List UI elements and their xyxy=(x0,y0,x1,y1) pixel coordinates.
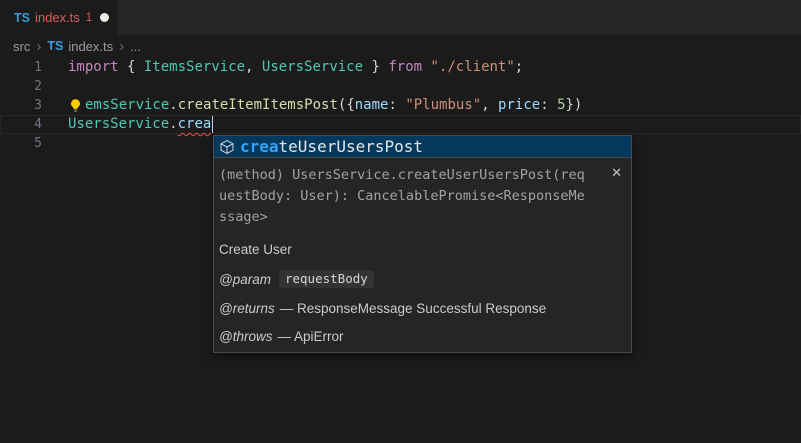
docs-summary: Create User xyxy=(219,242,607,257)
breadcrumb: src › TS index.ts › ... xyxy=(0,35,801,57)
code-token: createItemItemsPost xyxy=(178,96,338,115)
code-token: }) xyxy=(566,96,583,115)
docs-tag-param: @param requestBody xyxy=(219,270,607,288)
docs-tag-returns: @returns — ResponseMessage Successful Res… xyxy=(219,301,607,316)
close-icon[interactable]: ✕ xyxy=(611,166,622,179)
code-token: name xyxy=(355,96,389,115)
code-line-3[interactable]: 3 emsService.createItemItemsPost({name: "… xyxy=(0,96,801,115)
code-token: emsService xyxy=(85,96,169,115)
code-token: . xyxy=(169,96,177,115)
tag-label: @throws xyxy=(219,329,272,344)
line-content[interactable]: UsersService.crea xyxy=(68,115,213,134)
code-token: { xyxy=(127,58,144,77)
line-number: 3 xyxy=(0,96,42,115)
tab-label: index.ts xyxy=(35,10,80,25)
tag-label: @param xyxy=(219,272,271,287)
lightbulb-icon[interactable] xyxy=(68,98,85,113)
code-token: UsersService xyxy=(262,58,363,77)
modified-dot-icon[interactable] xyxy=(100,13,109,22)
tab-error-count-badge: 1 xyxy=(86,12,92,24)
breadcrumb-item-file[interactable]: index.ts xyxy=(68,39,113,54)
code-token: "./client" xyxy=(431,58,515,77)
code-line-1[interactable]: 1 import { ItemsService, UsersService } f… xyxy=(0,58,801,77)
tag-text: — ResponseMessage Successful Response xyxy=(280,301,546,316)
line-number: 2 xyxy=(0,77,42,96)
code-line-2[interactable]: 2 xyxy=(0,77,801,96)
code-token: "Plumbus" xyxy=(405,96,481,115)
code-token: ItemsService xyxy=(144,58,245,77)
suggest-item-createUserUsersPost[interactable]: createUserUsersPost xyxy=(214,136,631,157)
breadcrumb-item-src[interactable]: src xyxy=(13,39,30,54)
code-token: ({ xyxy=(338,96,355,115)
editor[interactable]: 1 import { ItemsService, UsersService } f… xyxy=(0,57,801,443)
code-token: price xyxy=(498,96,540,115)
symbol-method-icon xyxy=(219,139,235,155)
line-number: 1 xyxy=(0,58,42,77)
line-number: 5 xyxy=(0,134,42,153)
tag-label: @returns xyxy=(219,301,275,316)
code-token: from xyxy=(388,58,430,77)
code-token: . xyxy=(169,115,177,134)
docs-tags: @param requestBody @returns — ResponseMessa… xyxy=(219,270,607,344)
code-token: : xyxy=(540,96,557,115)
code-token: crea xyxy=(178,115,212,134)
breadcrumb-item-more[interactable]: ... xyxy=(130,39,141,54)
suggest-widget: createUserUsersPost ✕ (method) UsersServ… xyxy=(213,135,632,353)
method-signature: (method) UsersService.createUserUsersPos… xyxy=(219,165,607,228)
code-token: , xyxy=(245,58,262,77)
code-token: import xyxy=(68,58,127,77)
code-token: 5 xyxy=(557,96,565,115)
code-token: ; xyxy=(515,58,523,77)
window: TS index.ts 1 src › TS index.ts › ... 1i… xyxy=(0,0,801,443)
tag-text: — ApiError xyxy=(277,329,343,344)
inline-code-chip: requestBody xyxy=(279,270,374,288)
line-content[interactable]: import { ItemsService, UsersService } fr… xyxy=(68,58,523,77)
text-cursor xyxy=(212,116,214,133)
line-content[interactable]: emsService.createItemItemsPost({name: "P… xyxy=(68,96,582,115)
code-token: } xyxy=(363,58,388,77)
chevron-right-icon: › xyxy=(119,39,124,54)
tab-index-ts[interactable]: TS index.ts 1 xyxy=(0,0,118,35)
code-token: , xyxy=(481,96,498,115)
code-line-4[interactable]: 4 UsersService.crea xyxy=(0,115,801,134)
code-token: : xyxy=(388,96,405,115)
code-token: UsersService xyxy=(68,115,169,134)
suggest-item-label: createUserUsersPost xyxy=(240,137,423,156)
suggest-docs-panel: ✕ (method) UsersService.createUserUsersP… xyxy=(214,157,631,352)
tab-bar: TS index.ts 1 xyxy=(0,0,801,35)
docs-tag-throws: @throws — ApiError xyxy=(219,329,607,344)
typescript-file-icon: TS xyxy=(14,11,30,25)
typescript-file-icon: TS xyxy=(47,39,63,53)
line-number: 4 xyxy=(0,115,42,134)
chevron-right-icon: › xyxy=(36,39,41,54)
tab-strip-empty xyxy=(118,0,801,35)
